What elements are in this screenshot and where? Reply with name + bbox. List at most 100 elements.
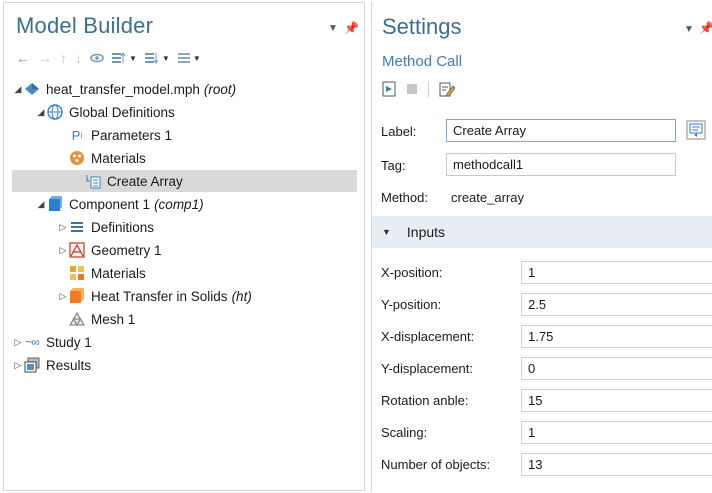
tree-node-tag: (ht) bbox=[231, 288, 252, 304]
component-icon bbox=[47, 196, 63, 212]
input-label-scaling: Scaling: bbox=[381, 425, 428, 440]
chevron-down-icon[interactable]: ▼ bbox=[382, 227, 391, 237]
toolbar-divider bbox=[428, 81, 429, 97]
collapsed-arrow-icon[interactable]: ▷ bbox=[12, 360, 24, 371]
tree-node-parameters[interactable]: Pi Parameters 1 bbox=[69, 124, 172, 146]
results-icon bbox=[24, 357, 40, 373]
model-builder-panel: Model Builder ▼ 📌 ← → ↑ ↓ ▼ ▼ ▼ ◢ heat_t… bbox=[3, 2, 365, 491]
tree-node-label: Results bbox=[46, 357, 92, 373]
tree-node-label: Global Definitions bbox=[69, 104, 175, 120]
forward-arrow-icon[interactable]: → bbox=[38, 50, 52, 66]
tree-node-mesh[interactable]: Mesh 1 bbox=[69, 308, 135, 330]
expanded-arrow-icon[interactable]: ◢ bbox=[35, 199, 47, 210]
edit-method-icon[interactable] bbox=[439, 81, 455, 97]
show-icon[interactable] bbox=[90, 52, 104, 64]
materials-icon bbox=[69, 150, 85, 166]
collapsed-arrow-icon[interactable]: ▷ bbox=[12, 337, 24, 348]
panel-menu-icon[interactable]: ▼ bbox=[328, 23, 338, 34]
panel-title: Settings bbox=[382, 14, 462, 39]
input-label-x-position: X-position: bbox=[381, 265, 443, 280]
geometry-icon bbox=[69, 242, 85, 258]
tag-field-label: Tag: bbox=[381, 158, 406, 173]
down-arrow-icon[interactable]: ↓ bbox=[75, 50, 82, 66]
chevron-down-icon[interactable]: ▼ bbox=[162, 54, 170, 63]
tree-node-label: Study 1 bbox=[46, 334, 92, 350]
inputs-section: X-position: 1 Y-position: 2.5 X-displace… bbox=[372, 248, 712, 491]
collapse-list-icon[interactable] bbox=[112, 52, 126, 64]
stop-icon[interactable] bbox=[406, 83, 418, 95]
method-call-icon bbox=[85, 173, 101, 189]
y-displacement-input[interactable]: 0 bbox=[521, 357, 712, 380]
tree-node-label: Definitions bbox=[91, 219, 155, 235]
settings-subtitle: Method Call bbox=[382, 53, 463, 70]
x-displacement-input[interactable]: 1.75 bbox=[521, 325, 712, 348]
section-title: Inputs bbox=[406, 224, 446, 240]
input-label-y-displacement: Y-displacement: bbox=[381, 361, 474, 376]
parameters-icon: Pi bbox=[71, 127, 83, 143]
tree-node-tag: (comp1) bbox=[154, 196, 204, 212]
panel-title: Model Builder bbox=[16, 13, 154, 38]
tree-node-tag: (root) bbox=[203, 81, 237, 97]
y-position-input[interactable]: 2.5 bbox=[521, 293, 712, 316]
chevron-down-icon[interactable]: ▼ bbox=[129, 54, 137, 63]
collapsed-arrow-icon[interactable]: ▷ bbox=[57, 291, 69, 302]
list-options-icon[interactable] bbox=[177, 52, 190, 64]
scaling-input[interactable]: 1 bbox=[521, 421, 712, 444]
tree-node-materials-global[interactable]: Materials bbox=[69, 147, 146, 169]
definitions-icon bbox=[69, 219, 85, 235]
inputs-section-header[interactable]: ▼ Inputs bbox=[372, 216, 712, 248]
label-field-label: Label: bbox=[381, 124, 417, 139]
model-builder-toolbar: ← → ↑ ↓ ▼ ▼ ▼ bbox=[16, 50, 201, 66]
tree-node-label: Materials bbox=[91, 150, 146, 166]
tree-node-study[interactable]: ▷ ~∞ Study 1 bbox=[12, 331, 92, 353]
method-value: create_array bbox=[451, 190, 524, 205]
tree-node-heat-transfer[interactable]: ▷ Heat Transfer in Solids (ht) bbox=[57, 285, 252, 307]
study-icon: ~∞ bbox=[25, 335, 40, 349]
heat-transfer-icon bbox=[69, 288, 85, 304]
tree-node-label: Parameters 1 bbox=[91, 127, 173, 143]
input-label-x-displacement: X-displacement: bbox=[381, 329, 475, 344]
tag-input[interactable] bbox=[446, 153, 676, 176]
input-label-rotation-angle: Rotation anble: bbox=[381, 393, 469, 408]
tree-node-component[interactable]: ◢ Component 1 (comp1) bbox=[35, 193, 204, 215]
expanded-arrow-icon[interactable]: ◢ bbox=[35, 107, 47, 118]
input-label-number-of-objects: Number of objects: bbox=[381, 457, 491, 472]
tree-node-geometry[interactable]: ▷ Geometry 1 bbox=[57, 239, 162, 261]
settings-toolbar bbox=[382, 81, 455, 97]
expand-list-icon[interactable] bbox=[144, 52, 159, 64]
x-position-input[interactable]: 1 bbox=[521, 261, 712, 284]
rotation-angle-input[interactable]: 15 bbox=[521, 389, 712, 412]
input-label-y-position: Y-position: bbox=[381, 297, 442, 312]
tree-node-create-array[interactable]: Create Array bbox=[12, 170, 357, 192]
run-icon[interactable] bbox=[382, 81, 396, 97]
back-arrow-icon[interactable]: ← bbox=[16, 50, 30, 66]
collapsed-arrow-icon[interactable]: ▷ bbox=[57, 222, 69, 233]
mesh-icon bbox=[69, 311, 85, 327]
up-arrow-icon[interactable]: ↑ bbox=[60, 50, 67, 66]
tree-node-global-definitions[interactable]: ◢ Global Definitions bbox=[35, 101, 175, 123]
tree-node-label: Geometry 1 bbox=[91, 242, 162, 258]
tree-node-label: Component 1 bbox=[69, 196, 151, 212]
materials-icon bbox=[69, 265, 85, 281]
tree-node-results[interactable]: ▷ Results bbox=[12, 354, 91, 376]
tree-node-label: Materials bbox=[91, 265, 146, 281]
chevron-down-icon[interactable]: ▼ bbox=[193, 54, 201, 63]
tree-node-definitions[interactable]: ▷ Definitions bbox=[57, 216, 155, 238]
tree-node-label: Heat Transfer in Solids bbox=[91, 288, 228, 304]
tree-node-label: heat_transfer_model.mph bbox=[46, 81, 200, 97]
pin-icon[interactable]: 📌 bbox=[344, 21, 359, 35]
tree-node-label: Mesh 1 bbox=[91, 311, 136, 327]
tree-node-label: Create Array bbox=[107, 173, 183, 189]
pin-icon[interactable]: 📌 bbox=[699, 21, 712, 35]
collapsed-arrow-icon[interactable]: ▷ bbox=[57, 245, 69, 256]
number-of-objects-input[interactable]: 13 bbox=[521, 453, 712, 476]
tree-node-materials-comp[interactable]: Materials bbox=[69, 262, 146, 284]
label-input[interactable] bbox=[446, 119, 676, 142]
settings-panel: Settings ▼ 📌 Method Call Label: Tag: Met… bbox=[371, 2, 712, 491]
expanded-arrow-icon[interactable]: ◢ bbox=[12, 84, 24, 95]
tree-node-root[interactable]: ◢ heat_transfer_model.mph (root) bbox=[12, 78, 237, 100]
globe-icon bbox=[47, 104, 63, 120]
model-root-icon bbox=[24, 81, 40, 97]
label-edit-icon[interactable] bbox=[685, 119, 707, 144]
panel-menu-icon[interactable]: ▼ bbox=[684, 24, 694, 35]
